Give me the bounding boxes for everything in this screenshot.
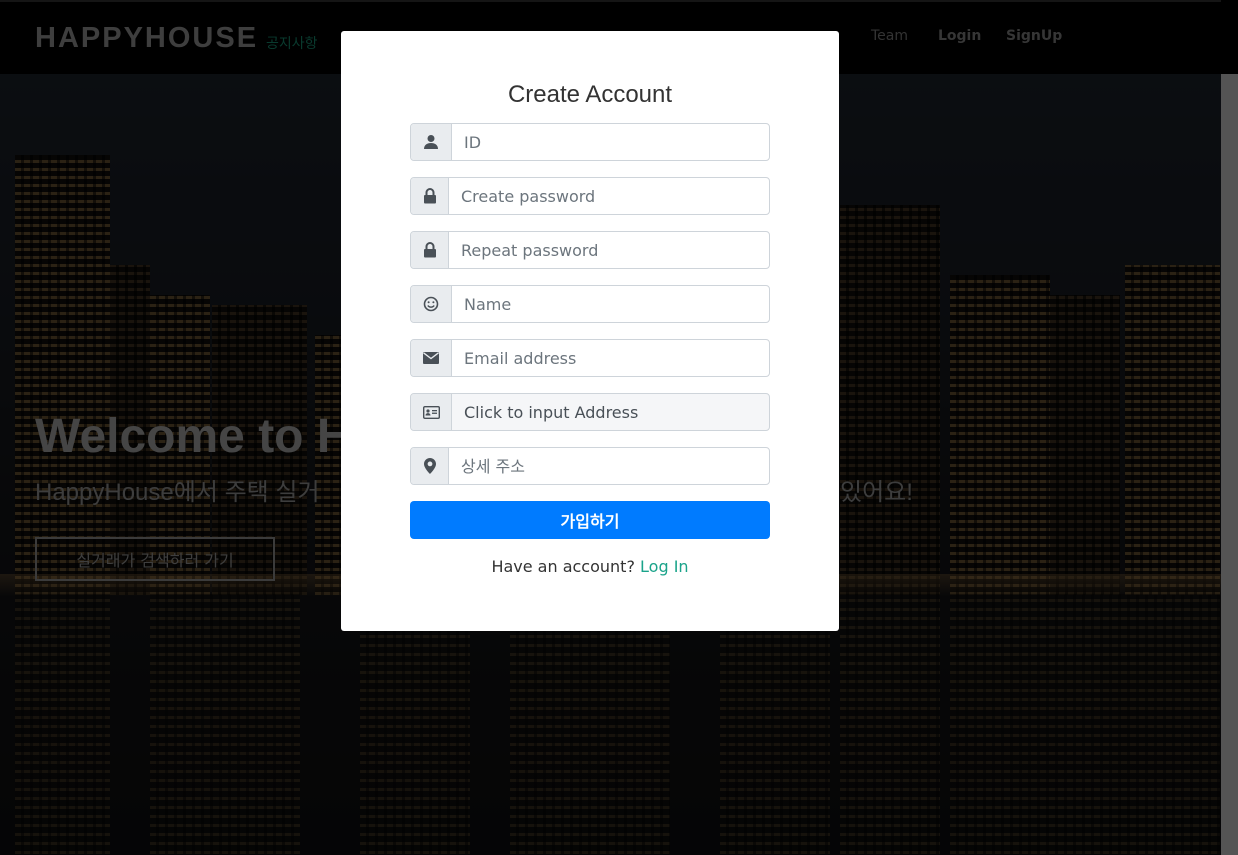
email-input[interactable] <box>452 340 769 376</box>
envelope-icon <box>411 340 452 376</box>
repeat-password-input[interactable] <box>449 232 769 268</box>
detail-address-input[interactable] <box>449 448 769 484</box>
password-input[interactable] <box>449 178 769 214</box>
email-field-group <box>410 339 770 377</box>
name-field-group <box>410 285 770 323</box>
detail-address-field-group <box>410 447 770 485</box>
repeat-password-field-group <box>410 231 770 269</box>
password-field-group <box>410 177 770 215</box>
user-icon <box>411 124 452 160</box>
lock-icon <box>411 178 449 214</box>
have-account-text: Have an account? <box>491 557 635 576</box>
signup-modal: Create Account ID Name Email address Cli… <box>341 31 839 631</box>
address-input[interactable] <box>452 394 769 430</box>
address-field-group <box>410 393 770 431</box>
id-input[interactable] <box>452 124 769 160</box>
modal-title: Create Account <box>507 81 673 108</box>
id-card-icon <box>411 394 452 430</box>
lock-icon <box>411 232 449 268</box>
signup-submit-button[interactable]: 가입하기 <box>410 501 770 539</box>
smile-icon <box>411 286 452 322</box>
name-input[interactable] <box>452 286 769 322</box>
id-field-group <box>410 123 770 161</box>
have-account-row: Have an account? Log In <box>341 557 839 576</box>
map-marker-icon <box>411 448 449 484</box>
login-link[interactable]: Log In <box>640 557 689 576</box>
